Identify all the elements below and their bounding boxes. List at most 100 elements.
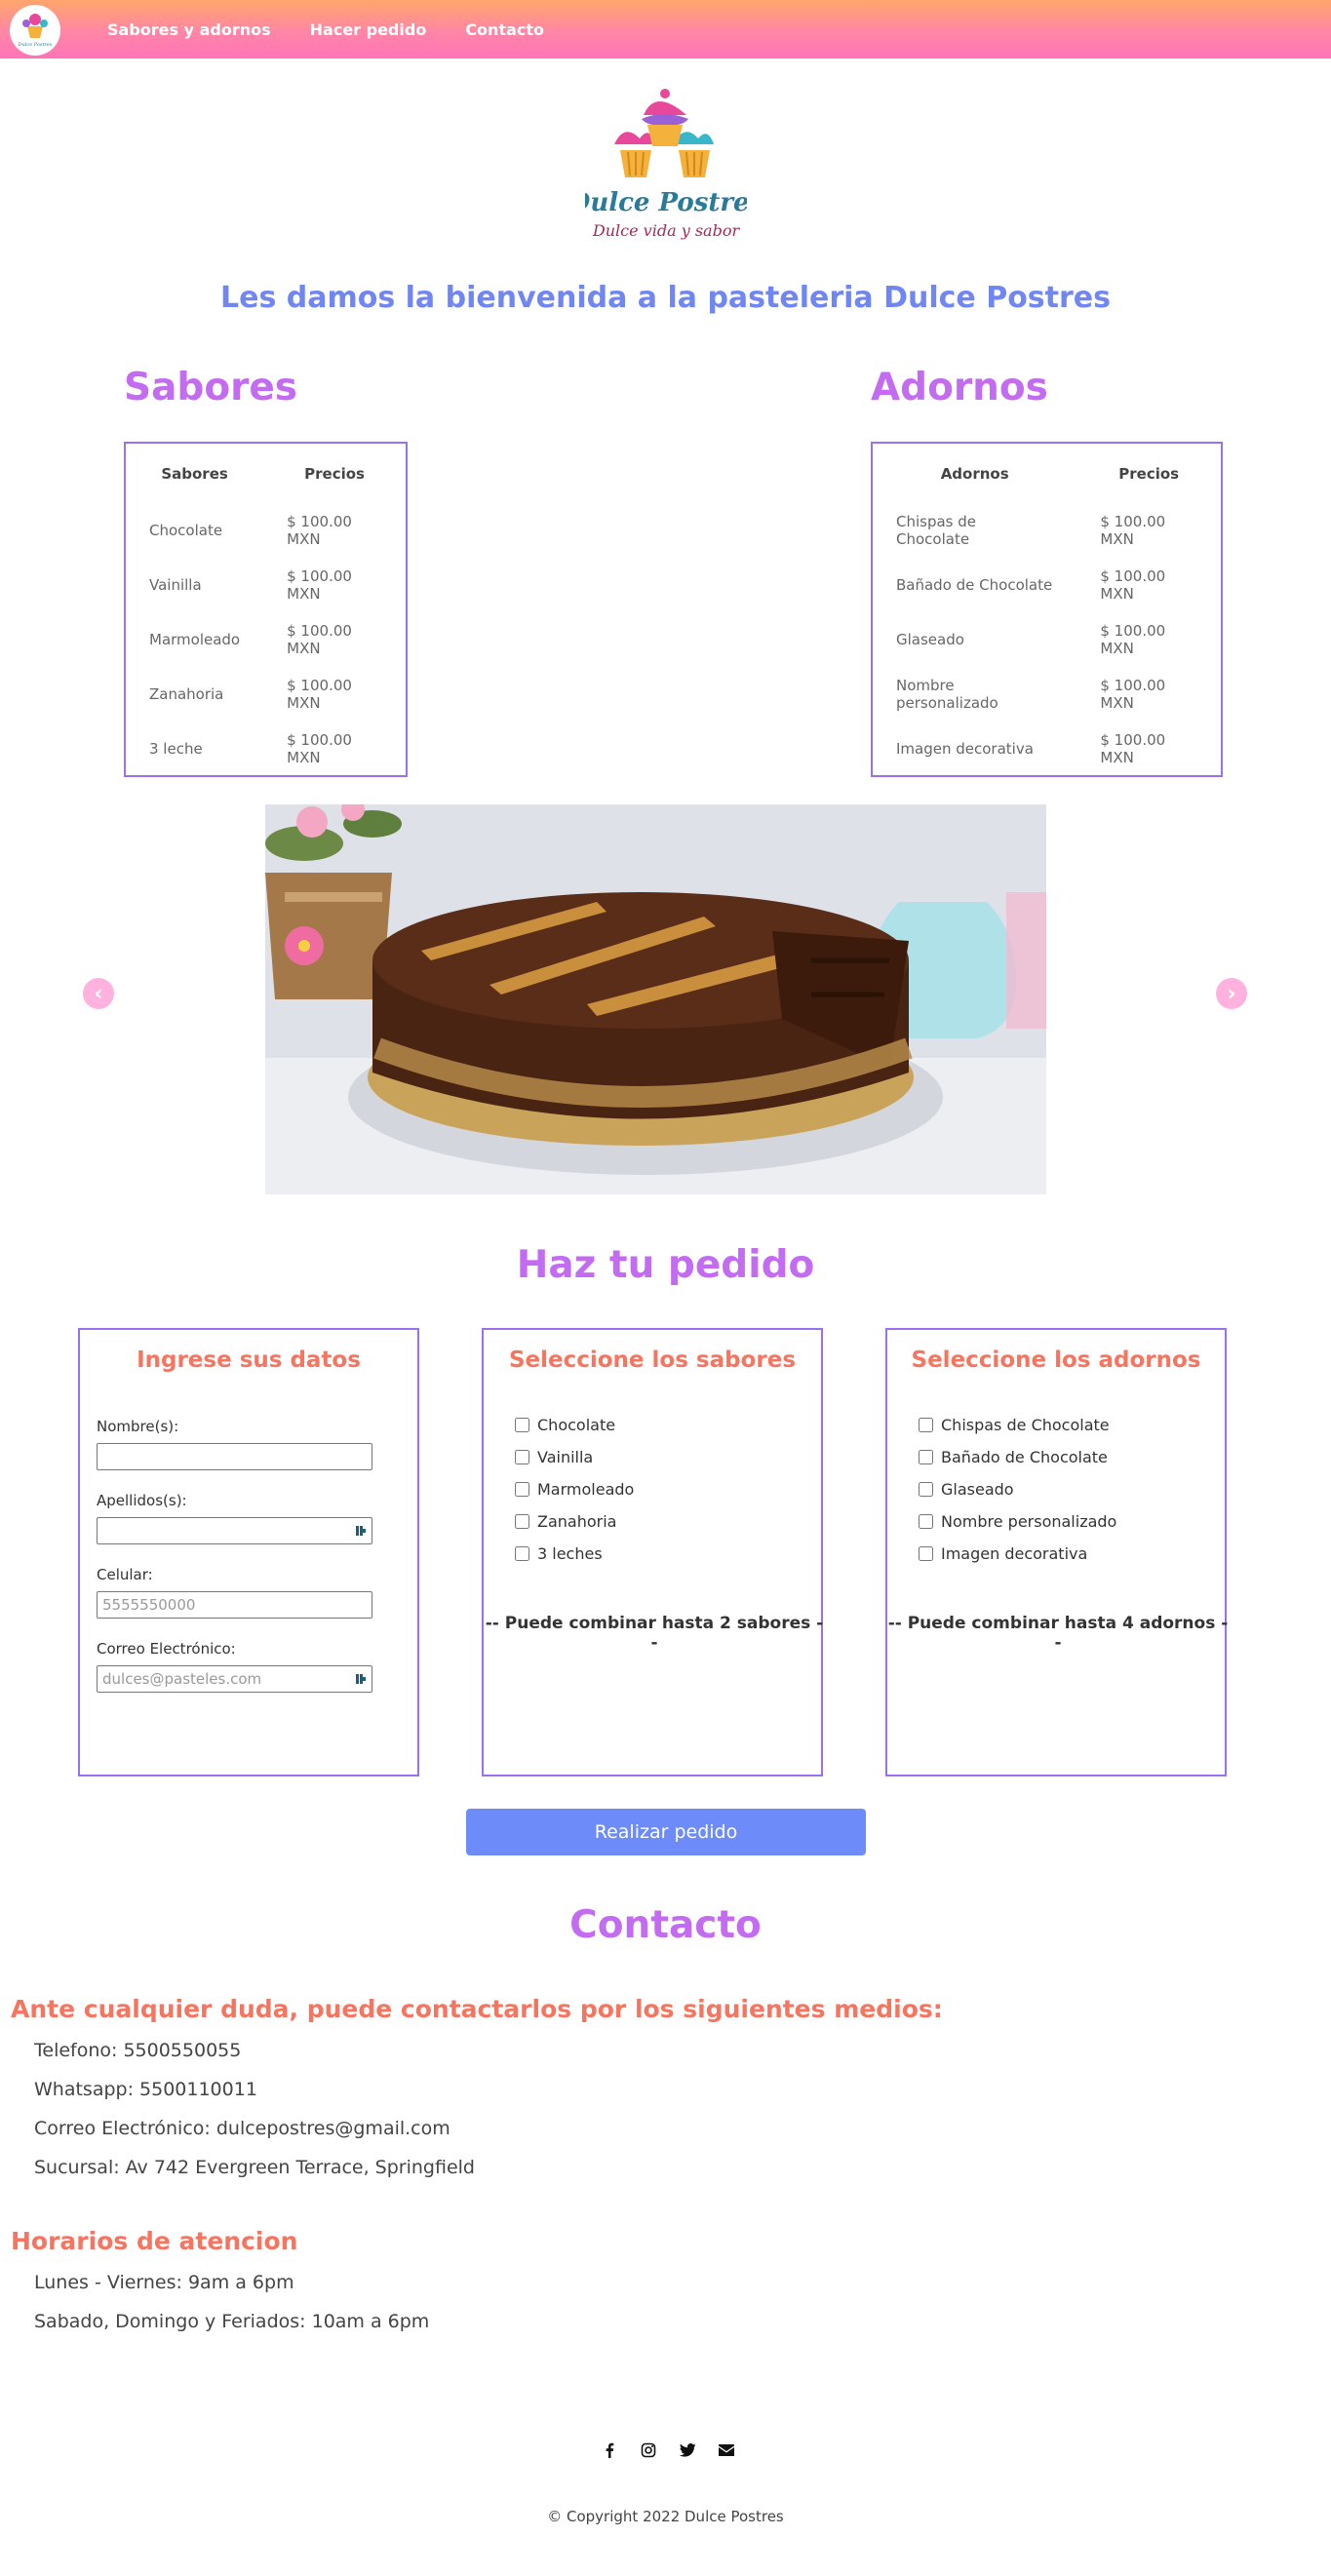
field-label: Correo Electrónico: [97, 1640, 236, 1658]
flavor-option[interactable]: 3 leches [515, 1544, 603, 1563]
hours-title: Horarios de atencion [11, 2227, 298, 2255]
topping-option[interactable]: Imagen decorativa [919, 1544, 1087, 1563]
table-cell: Vainilla [149, 576, 202, 594]
topping-checkbox[interactable] [919, 1482, 933, 1497]
flavor-option[interactable]: Zanahoria [515, 1512, 616, 1531]
table-cell: $ 100.00 MXN [1100, 513, 1166, 548]
table-cell: Chocolate [149, 522, 223, 539]
apellidos-input[interactable] [97, 1517, 372, 1544]
cupcake-logo-icon: Dulce Postres [18, 14, 53, 48]
top-navbar: Dulce Postres Sabores y adornos Hacer pe… [0, 0, 1331, 59]
topping-option[interactable]: Bañado de Chocolate [919, 1448, 1108, 1466]
table-cell: $ 100.00 MXN [287, 677, 352, 712]
autofill-key-icon[interactable] [356, 1524, 366, 1538]
adornos-title: Adornos [871, 366, 1048, 410]
table-row: Chocolate $ 100.00 MXN [125, 503, 407, 558]
twitter-icon[interactable] [679, 2441, 696, 2459]
option-label: Glaseado [941, 1480, 1014, 1499]
option-label: Imagen decorativa [941, 1544, 1088, 1563]
flavor-checkbox[interactable] [515, 1418, 529, 1432]
svg-text:Dulce Postres: Dulce Postres [585, 188, 747, 217]
table-cell: Glaseado [896, 631, 964, 648]
adornos-price-table: Adornos Precios Chispas de Chocolate $ 10… [871, 442, 1223, 777]
sabores-price-table: Sabores Precios Chocolate $ 100.00 MXN Va… [124, 442, 408, 777]
submit-order-button[interactable]: Realizar pedido [466, 1809, 866, 1855]
flavor-option[interactable]: Chocolate [515, 1416, 615, 1434]
nav-link-contacto[interactable]: Contacto [465, 20, 544, 39]
table-cell: $ 100.00 MXN [1100, 730, 1166, 766]
instagram-icon[interactable] [640, 2441, 657, 2459]
contact-line: Correo Electrónico: dulcepostres@gmail.c… [34, 2118, 450, 2139]
nav-link-hacer-pedido[interactable]: Hacer pedido [310, 20, 427, 39]
flavor-option[interactable]: Vainilla [515, 1448, 593, 1466]
topping-option[interactable]: Glaseado [919, 1480, 1014, 1499]
table-row: Glaseado $ 100.00 MXN [872, 612, 1222, 667]
celular-input[interactable] [97, 1591, 372, 1619]
table-row: Imagen decorativa $ 100.00 MXN [872, 722, 1222, 776]
nav-link-sabores-adornos[interactable]: Sabores y adornos [107, 20, 271, 39]
email-field[interactable] [97, 1665, 372, 1693]
table-cell: $ 100.00 MXN [1100, 567, 1166, 603]
carousel-cake-image [265, 804, 1046, 1194]
topping-option[interactable]: Nombre personalizado [919, 1512, 1116, 1531]
option-label: Chocolate [537, 1416, 616, 1434]
option-label: Bañado de Chocolate [941, 1448, 1108, 1466]
svg-text:Dulce vida y sabor: Dulce vida y sabor [592, 221, 741, 240]
topping-checkbox[interactable] [919, 1450, 933, 1464]
carousel-next-button[interactable]: › [1216, 978, 1247, 1009]
table-header-cell: Precios [1118, 464, 1180, 483]
table-cell: Chispas de Chocolate [896, 513, 977, 548]
select-toppings-card: Seleccione los adornos Chispas de Chocol… [885, 1328, 1229, 1776]
nav-logo[interactable]: Dulce Postres [10, 5, 60, 56]
table-cell: Nombre personalizado [896, 677, 998, 712]
flavor-checkbox[interactable] [515, 1482, 529, 1497]
field-label: Apellidos(s): [97, 1492, 187, 1509]
copyright-text: © Copyright 2022 Dulce Postres [547, 2508, 784, 2525]
hours-line: Lunes - Viernes: 9am a 6pm [34, 2272, 294, 2293]
facebook-icon[interactable] [601, 2441, 618, 2459]
table-cell: $ 100.00 MXN [287, 622, 352, 657]
combine-note: -- Puede combinar hasta 2 sabores -- [485, 1614, 824, 1653]
flavor-checkbox[interactable] [515, 1514, 529, 1529]
table-row: Chispas de Chocolate $ 100.00 MXN [872, 503, 1222, 558]
social-links [601, 2441, 735, 2459]
select-flavors-card: Seleccione los sabores Chocolate Vainill… [482, 1328, 823, 1776]
table-header-cell: Sabores [161, 464, 228, 483]
carousel-prev-button[interactable]: ‹ [83, 978, 114, 1009]
sabores-title: Sabores [124, 366, 298, 410]
svg-text:Dulce Postres: Dulce Postres [18, 42, 53, 48]
topping-checkbox[interactable] [919, 1546, 933, 1561]
flavor-option[interactable]: Marmoleado [515, 1480, 634, 1499]
autofill-key-icon[interactable] [356, 1672, 366, 1686]
table-cell: $ 100.00 MXN [287, 567, 352, 603]
table-header-row: Sabores Precios [125, 443, 407, 503]
table-row: Vainilla $ 100.00 MXN [125, 558, 407, 612]
option-label: Marmoleado [537, 1480, 635, 1499]
nombre-input[interactable] [97, 1443, 372, 1470]
nav-links: Sabores y adornos Hacer pedido Contacto [107, 0, 544, 59]
combine-note: -- Puede combinar hasta 4 adornos -- [887, 1614, 1229, 1653]
option-label: Nombre personalizado [941, 1512, 1117, 1531]
option-label: Zanahoria [537, 1512, 617, 1531]
flavor-checkbox[interactable] [515, 1450, 529, 1464]
field-label: Celular: [97, 1566, 153, 1583]
table-cell: Marmoleado [149, 631, 241, 648]
topping-option[interactable]: Chispas de Chocolate [919, 1416, 1110, 1434]
table-cell: Bañado de Chocolate [896, 576, 1053, 594]
table-header-cell: Precios [304, 464, 365, 483]
table-row: 3 leche $ 100.00 MXN [125, 722, 407, 776]
chocolate-cake-photo [265, 804, 1046, 1194]
table-row: Nombre personalizado $ 100.00 MXN [872, 667, 1222, 722]
hours-line: Sabado, Domingo y Feriados: 10am a 6pm [34, 2311, 430, 2332]
envelope-icon[interactable] [718, 2441, 735, 2459]
flavor-checkbox[interactable] [515, 1546, 529, 1561]
topping-checkbox[interactable] [919, 1418, 933, 1432]
option-label: 3 leches [537, 1544, 603, 1563]
topping-checkbox[interactable] [919, 1514, 933, 1529]
table-cell: Imagen decorativa [896, 739, 1034, 758]
card-title: Seleccione los adornos [911, 1347, 1201, 1373]
contact-intro: Ante cualquier duda, puede contactarlos … [11, 1995, 943, 2023]
field-label: Nombre(s): [97, 1418, 179, 1435]
customer-data-card: Ingrese sus datos Nombre(s): Apellidos(s… [78, 1328, 419, 1776]
contact-line: Sucursal: Av 742 Evergreen Terrace, Spri… [34, 2157, 475, 2178]
